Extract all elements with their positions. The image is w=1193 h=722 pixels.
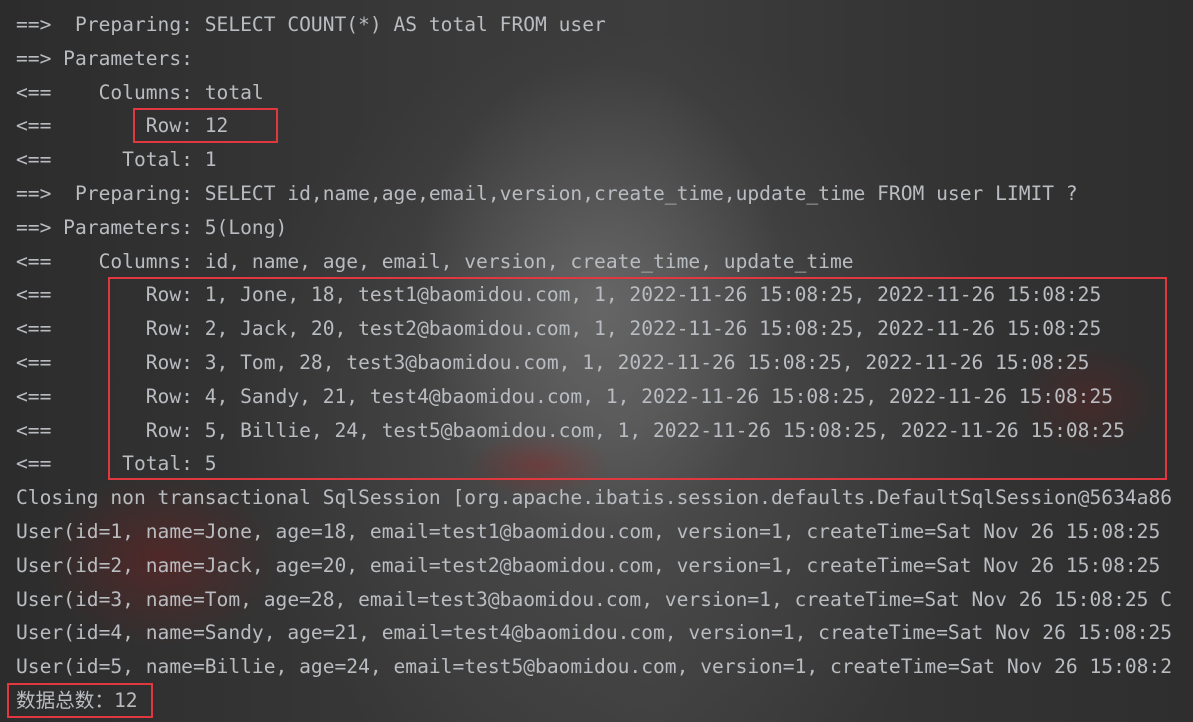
log-line-count-row: <== Row: 12	[16, 114, 229, 138]
console-log: ==> Preparing: SELECT COUNT(*) AS total …	[16, 8, 1193, 718]
console-output-panel[interactable]: ==> Preparing: SELECT COUNT(*) AS total …	[0, 0, 1193, 722]
log-line-closing-session: Closing non transactional SqlSession [or…	[16, 486, 1173, 510]
log-line-user-5: User(id=5, name=Billie, age=24, email=te…	[16, 655, 1173, 679]
log-line-select-columns: <== Columns: id, name, age, email, versi…	[16, 249, 854, 273]
log-line-count-columns: <== Columns: total	[16, 80, 264, 104]
log-line-result-row-4: <== Row: 4, Sandy, 21, test4@baomidou.co…	[16, 384, 1114, 408]
log-line-user-2: User(id=2, name=Jack, age=20, email=test…	[16, 553, 1161, 577]
log-line-user-4: User(id=4, name=Sandy, age=21, email=tes…	[16, 621, 1173, 645]
log-line-select-parameters: ==> Parameters: 5(Long)	[16, 215, 288, 239]
log-line-user-3: User(id=3, name=Tom, age=28, email=test3…	[16, 587, 1173, 611]
log-line-total-count: 数据总数：12	[16, 688, 138, 712]
log-line-select-query: ==> Preparing: SELECT id,name,age,email,…	[16, 181, 1078, 205]
log-line-count-total: <== Total: 1	[16, 148, 217, 172]
log-line-result-total: <== Total: 5	[16, 452, 217, 476]
log-line-result-row-2: <== Row: 2, Jack, 20, test2@baomidou.com…	[16, 317, 1102, 341]
log-line-count-parameters: ==> Parameters:	[16, 46, 205, 70]
log-line-result-row-1: <== Row: 1, Jone, 18, test1@baomidou.com…	[16, 283, 1102, 307]
log-line-count-query: ==> Preparing: SELECT COUNT(*) AS total …	[16, 13, 606, 36]
log-line-result-row-3: <== Row: 3, Tom, 28, test3@baomidou.com,…	[16, 350, 1090, 374]
log-line-user-1: User(id=1, name=Jone, age=18, email=test…	[16, 519, 1161, 543]
log-line-result-row-5: <== Row: 5, Billie, 24, test5@baomidou.c…	[16, 418, 1125, 442]
